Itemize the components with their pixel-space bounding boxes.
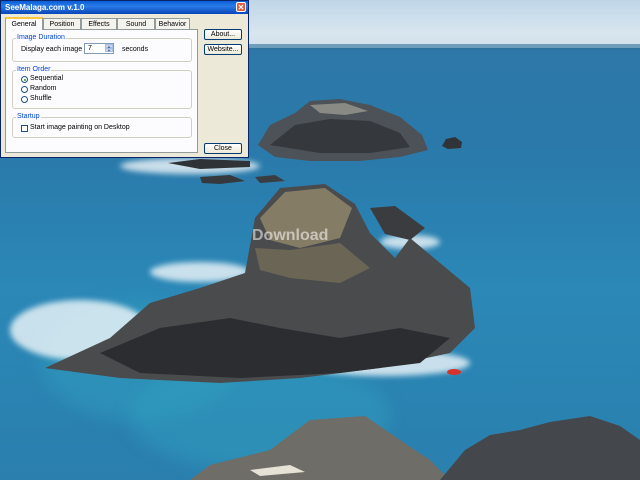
watermark-text: Download: [252, 227, 329, 244]
general-tab-panel: Image Duration Display each image for 7 …: [5, 29, 198, 153]
radio-sequential-label[interactable]: Sequential: [30, 74, 63, 84]
website-button[interactable]: Website...: [204, 44, 242, 55]
radio-shuffle-label[interactable]: Shuffle: [30, 94, 52, 104]
small-rock: [442, 137, 462, 149]
radio-sequential[interactable]: [21, 76, 28, 83]
window-title: SeeMalaga.com v.1.0: [5, 3, 85, 12]
start-on-desktop-label[interactable]: Start image painting on Desktop: [30, 123, 130, 133]
close-window-button[interactable]: ✕: [236, 2, 246, 12]
duration-value[interactable]: 7: [88, 44, 92, 54]
about-button[interactable]: About...: [204, 29, 242, 40]
start-on-desktop-checkbox[interactable]: [21, 125, 28, 132]
tab-behavior[interactable]: Behavior: [155, 18, 190, 29]
spinner-down-arrow-icon[interactable]: ▼: [105, 48, 113, 53]
foreground-rocks: [190, 416, 640, 480]
image-duration-legend: Image Duration: [16, 33, 66, 43]
settings-dialog: SeeMalaga.com v.1.0 ✕ General Position E…: [0, 0, 249, 158]
close-button[interactable]: Close: [204, 143, 242, 154]
radio-random[interactable]: [21, 86, 28, 93]
display-duration-label: Display each image for: [21, 46, 93, 53]
radio-random-label[interactable]: Random: [30, 84, 56, 94]
main-rock: [45, 184, 475, 383]
seconds-label: seconds: [122, 46, 149, 53]
tab-sound[interactable]: Sound: [117, 18, 155, 29]
tab-position[interactable]: Position: [43, 18, 81, 29]
radio-shuffle[interactable]: [21, 96, 28, 103]
tab-general[interactable]: General: [5, 17, 43, 30]
duration-spinner[interactable]: 7 ▲ ▼: [84, 43, 114, 54]
red-boat: [447, 369, 461, 375]
startup-legend: Startup: [16, 112, 41, 122]
title-bar[interactable]: SeeMalaga.com v.1.0 ✕: [1, 1, 248, 14]
tab-effects[interactable]: Effects: [81, 18, 117, 29]
